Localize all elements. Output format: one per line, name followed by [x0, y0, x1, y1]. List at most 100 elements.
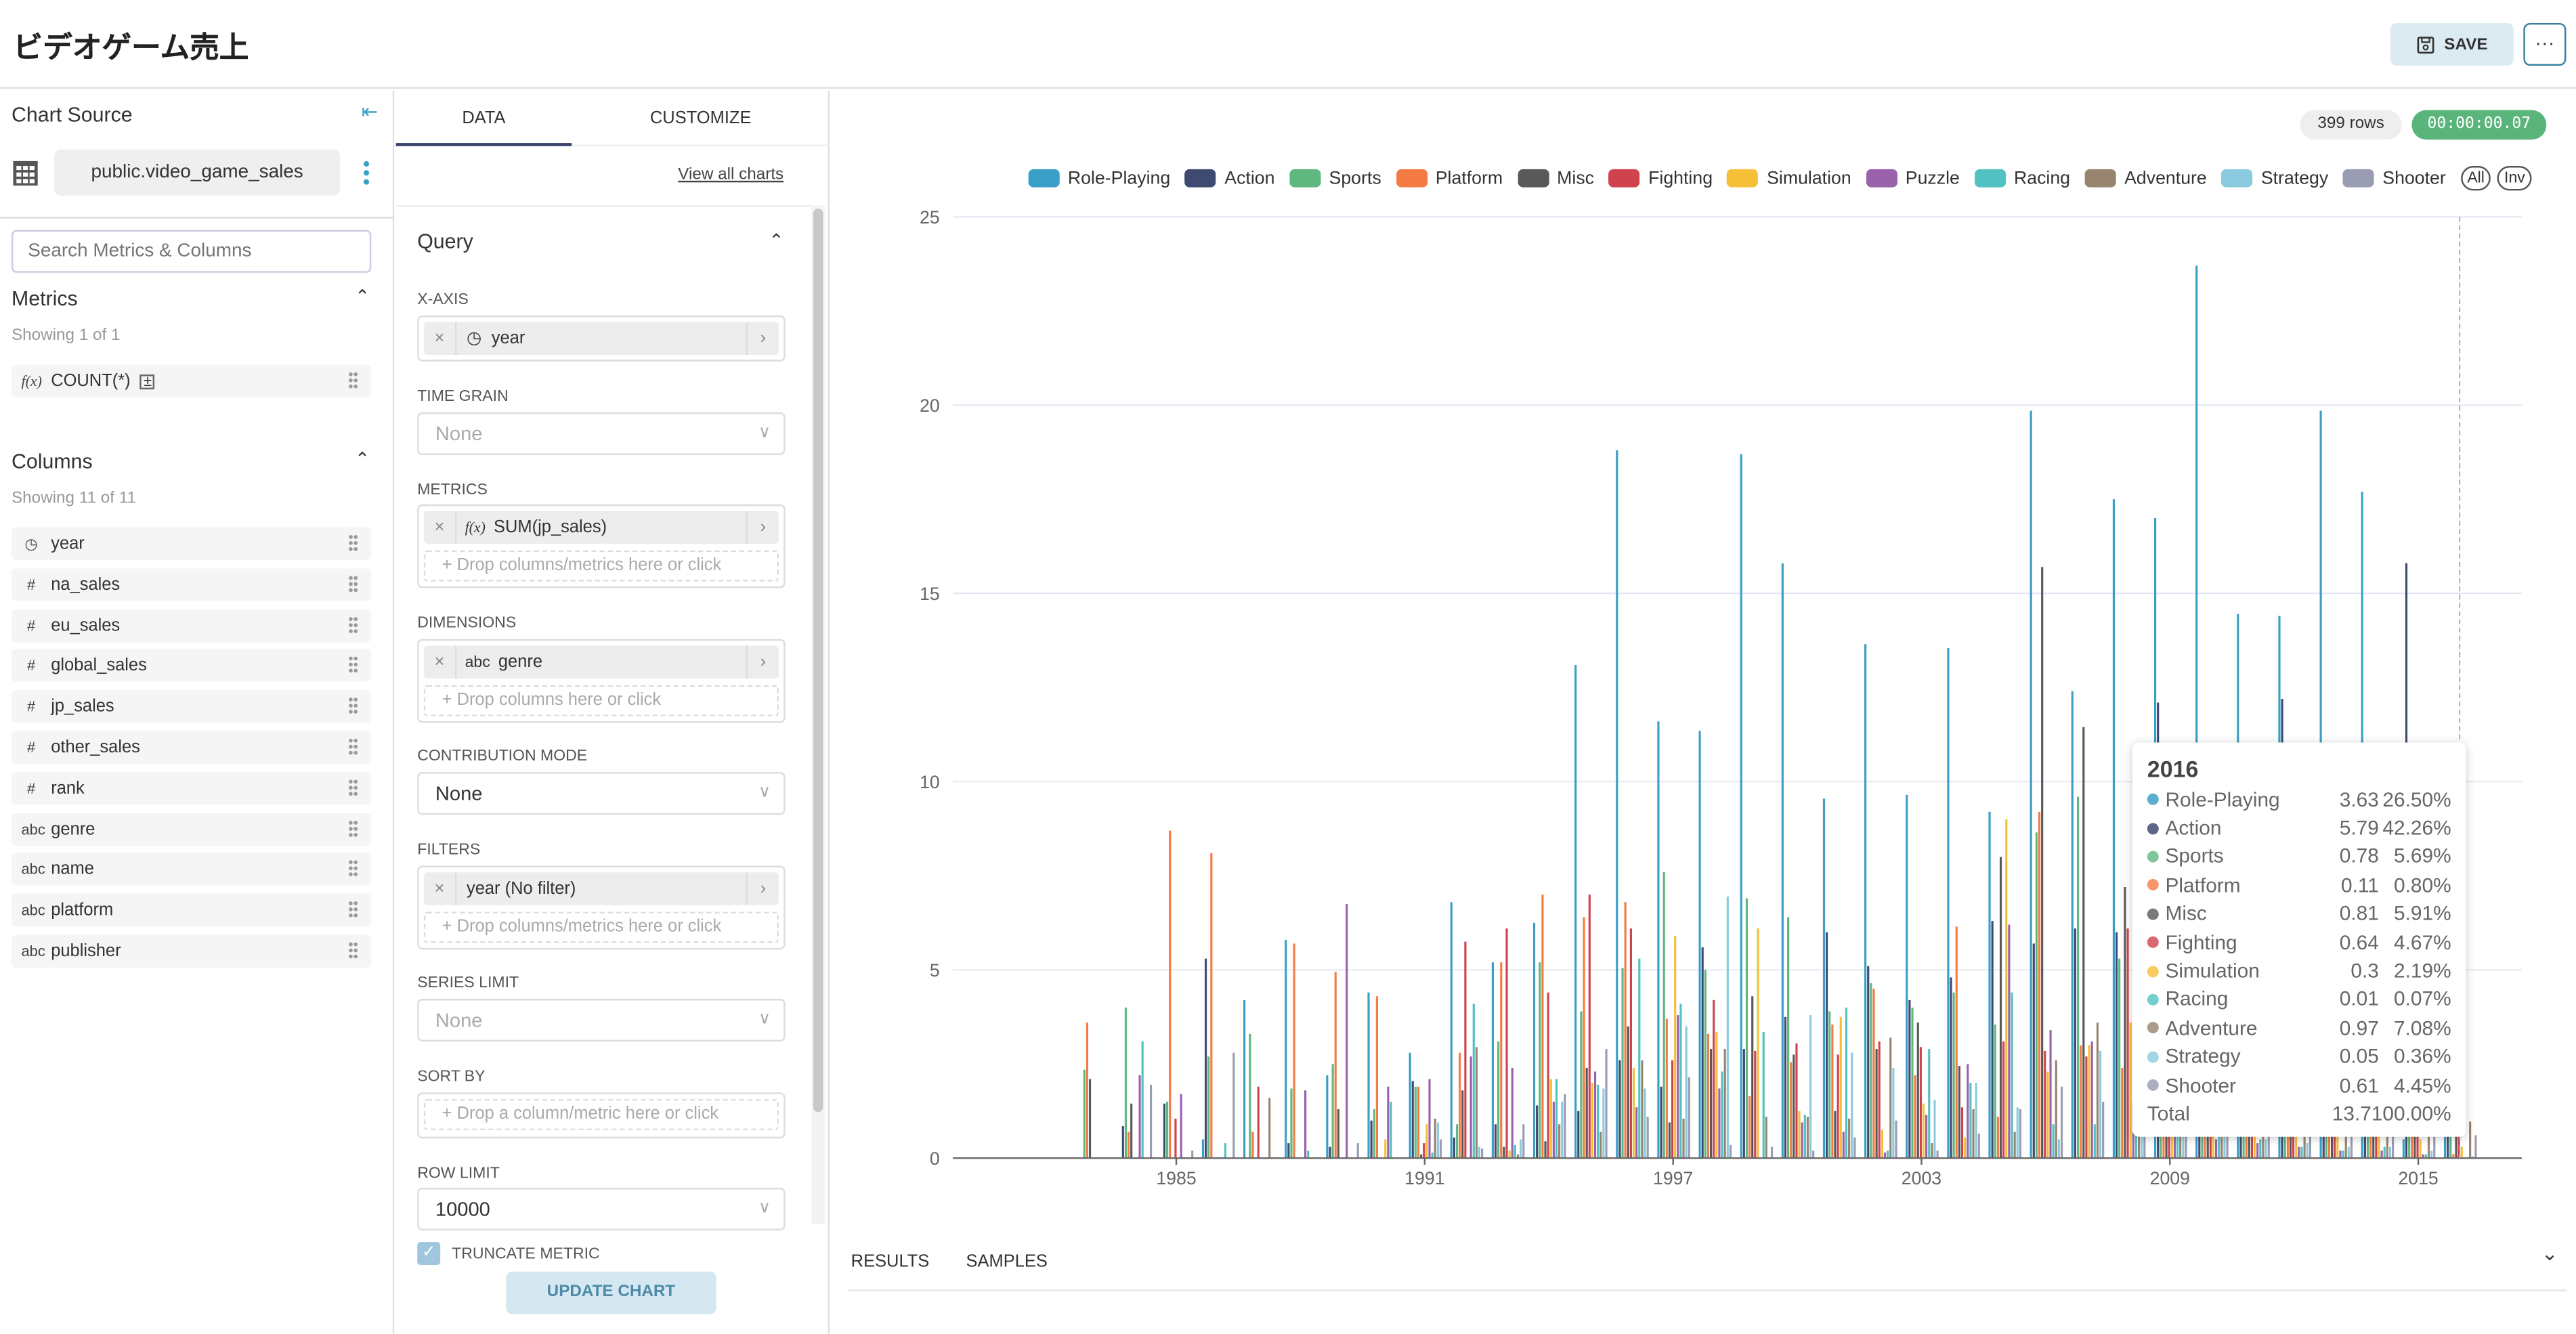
- drag-handle-icon[interactable]: [348, 534, 358, 553]
- sort-by-field[interactable]: + Drop a column/metric here or click: [417, 1092, 786, 1139]
- dataset-menu-icon[interactable]: [363, 159, 370, 186]
- remove-icon[interactable]: ×: [424, 322, 457, 356]
- chevron-right-icon[interactable]: ›: [746, 872, 779, 905]
- bar-puzzle-1998: [1718, 1088, 1721, 1159]
- chart-title[interactable]: ビデオゲーム売上: [13, 24, 249, 67]
- dimensions-field[interactable]: × abc genre › + Drop columns here or click: [417, 639, 786, 723]
- chevron-right-icon[interactable]: ›: [746, 511, 779, 544]
- scrollbar-track[interactable]: [811, 205, 825, 1224]
- sort-by-drop-zone[interactable]: + Drop a column/metric here or click: [423, 1099, 779, 1131]
- view-all-charts-link[interactable]: View all charts: [678, 166, 783, 184]
- drag-handle-icon[interactable]: [348, 778, 358, 797]
- dimensions-drop-zone[interactable]: + Drop columns here or click: [423, 685, 779, 716]
- legend-item[interactable]: Strategy: [2221, 168, 2329, 188]
- drag-handle-icon[interactable]: [348, 697, 358, 715]
- legend-item[interactable]: Puzzle: [1866, 169, 1960, 188]
- remove-icon[interactable]: ×: [424, 511, 457, 544]
- scrollbar-thumb[interactable]: [813, 209, 823, 1113]
- x-axis-field[interactable]: × ◷ year ›: [417, 315, 786, 362]
- legend-inv-button[interactable]: Inv: [2497, 166, 2532, 191]
- chevron-up-icon[interactable]: ⌃: [769, 230, 783, 251]
- numeric-type-icon: #: [26, 779, 36, 797]
- chevron-up-icon[interactable]: ⌃: [355, 286, 370, 307]
- drag-handle-icon[interactable]: [348, 819, 358, 838]
- legend-item[interactable]: Misc: [1517, 169, 1594, 188]
- tab-results[interactable]: RESULTS: [851, 1252, 930, 1272]
- chevron-up-icon[interactable]: ⌃: [355, 448, 370, 470]
- chevron-right-icon[interactable]: ›: [746, 322, 779, 356]
- bar-shooter-1998: [1729, 1144, 1732, 1159]
- bar-simulation-2007: [2088, 1045, 2090, 1159]
- column-item[interactable]: # jp_sales: [11, 690, 372, 723]
- bar-shooter-1991: [1439, 1139, 1442, 1159]
- filters-drop-zone[interactable]: + Drop columns/metrics here or click: [423, 911, 779, 943]
- column-item[interactable]: # eu_sales: [11, 609, 372, 642]
- drag-handle-icon[interactable]: [348, 859, 358, 878]
- legend-label: Strategy: [2260, 168, 2329, 188]
- drag-handle-icon[interactable]: [348, 900, 358, 919]
- truncate-metric-checkbox[interactable]: ✓: [417, 1242, 441, 1266]
- contribution-mode-select[interactable]: None ∨: [417, 772, 786, 815]
- column-item[interactable]: abc publisher: [11, 934, 372, 968]
- column-item[interactable]: # na_sales: [11, 567, 372, 601]
- column-item[interactable]: abc name: [11, 853, 372, 886]
- bar-action-1986: [1205, 958, 1207, 1159]
- legend-all-button[interactable]: All: [2460, 166, 2491, 191]
- legend-item[interactable]: Adventure: [2084, 169, 2207, 188]
- drag-handle-icon[interactable]: [348, 574, 358, 593]
- tab-customize[interactable]: CUSTOMIZE: [572, 90, 830, 146]
- tooltip-value: 0.64: [2339, 930, 2379, 954]
- legend-item[interactable]: Role-Playing: [1028, 169, 1170, 188]
- remove-icon[interactable]: ×: [424, 645, 457, 679]
- metric-item[interactable]: f(x) COUNT(*) ±: [11, 364, 372, 398]
- drag-handle-icon[interactable]: [348, 941, 358, 960]
- drag-handle-icon[interactable]: [348, 371, 358, 389]
- legend-item[interactable]: Racing: [1974, 169, 2070, 188]
- column-item[interactable]: abc platform: [11, 894, 372, 927]
- search-metrics-input[interactable]: [11, 230, 372, 273]
- legend-item[interactable]: Shooter: [2343, 169, 2446, 188]
- save-button[interactable]: SAVE: [2390, 22, 2514, 66]
- bar-simulation-2000: [1798, 1111, 1801, 1159]
- bar-simulation-2003: [1922, 1103, 1925, 1159]
- column-item[interactable]: # global_sales: [11, 649, 372, 683]
- remove-icon[interactable]: ×: [424, 872, 457, 905]
- drag-handle-icon[interactable]: [348, 615, 358, 634]
- legend-item[interactable]: Platform: [1396, 169, 1503, 188]
- tab-data[interactable]: DATA: [395, 90, 572, 146]
- legend-item[interactable]: Simulation: [1727, 169, 1851, 188]
- series-limit-select[interactable]: None ∨: [417, 999, 786, 1042]
- filters-field[interactable]: × year (No filter) › + Drop columns/metric…: [417, 865, 786, 950]
- column-item[interactable]: abc genre: [11, 812, 372, 846]
- numeric-type-icon: #: [26, 617, 36, 634]
- bar-puzzle-2013: [2339, 1150, 2342, 1159]
- bar-platform-1985: [1169, 830, 1172, 1159]
- bar-sports-2001: [1828, 1011, 1831, 1159]
- time-grain-select[interactable]: None ∨: [417, 412, 786, 456]
- drag-handle-icon[interactable]: [348, 737, 358, 756]
- chevron-right-icon[interactable]: ›: [746, 645, 779, 679]
- bar-platform-2007: [2080, 1045, 2082, 1159]
- bar-shooter-1997: [1688, 1077, 1690, 1159]
- drag-handle-icon[interactable]: [348, 655, 358, 674]
- bar-fighting-1996: [1629, 928, 1633, 1159]
- more-options-button[interactable]: ···: [2523, 22, 2567, 66]
- bar-simulation-2001: [1839, 1016, 1842, 1159]
- column-item[interactable]: # other_sales: [11, 731, 372, 765]
- update-chart-button[interactable]: UPDATE CHART: [506, 1271, 716, 1314]
- bar-role-playing-2015: [2402, 1139, 2405, 1159]
- column-item[interactable]: ◷ year: [11, 527, 372, 561]
- legend-item[interactable]: Sports: [1289, 169, 1381, 188]
- tab-samples[interactable]: SAMPLES: [966, 1252, 1047, 1272]
- metrics-drop-zone[interactable]: + Drop columns/metrics here or click: [423, 550, 779, 582]
- collapse-panel-icon[interactable]: ⇤: [362, 100, 378, 123]
- chevron-down-icon[interactable]: ⌄: [2541, 1242, 2558, 1265]
- legend-item[interactable]: Fighting: [1608, 169, 1713, 188]
- row-limit-select[interactable]: 10000 ∨: [417, 1188, 786, 1231]
- legend-item[interactable]: Action: [1185, 169, 1274, 188]
- bar-action-2007: [2074, 928, 2077, 1159]
- dataset-selector[interactable]: public.video_game_sales: [54, 149, 341, 196]
- bar-sports-2007: [2076, 796, 2080, 1159]
- column-item[interactable]: # rank: [11, 771, 372, 805]
- metrics-field[interactable]: × f(x) SUM(jp_sales) › + Drop columns/metri…: [417, 504, 786, 588]
